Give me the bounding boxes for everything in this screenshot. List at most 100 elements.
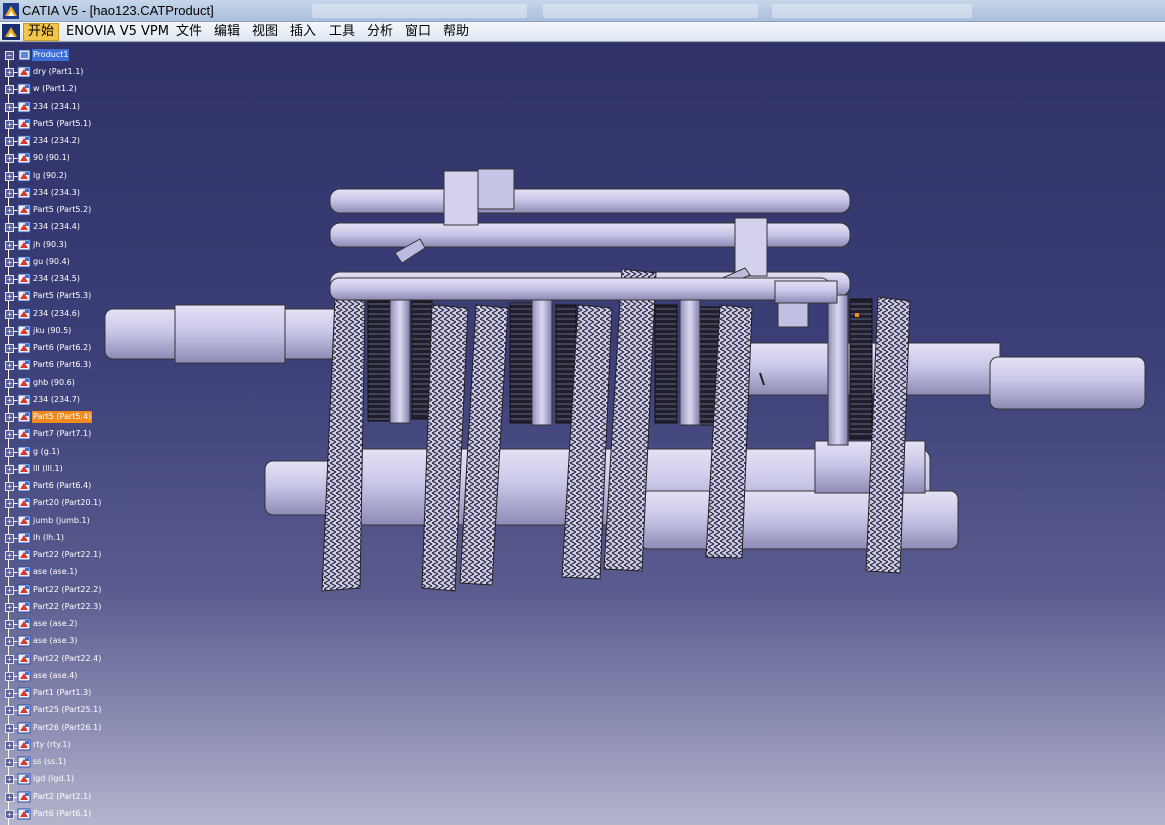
tree-node[interactable]: + jumb (jumb.1) <box>2 513 108 529</box>
expand-plus-icon[interactable]: + <box>5 292 14 302</box>
tree-node[interactable]: + Part25 (Part25.1) <box>2 702 108 718</box>
tree-node[interactable]: + lh (lh.1) <box>2 530 108 546</box>
menu-tools[interactable]: 工具 <box>325 23 359 41</box>
expand-plus-icon[interactable]: + <box>5 689 14 698</box>
tree-node-label[interactable]: Part5 (Part5.1) <box>32 118 92 130</box>
tree-node-label[interactable]: 234 (234.1) <box>32 101 81 113</box>
tree-node[interactable]: + Part5 (Part5.2) <box>2 202 108 218</box>
expand-plus-icon[interactable]: + <box>5 119 14 129</box>
expand-plus-icon[interactable]: + <box>5 464 14 474</box>
expand-plus-icon[interactable]: + <box>5 775 14 785</box>
expand-plus-icon[interactable]: + <box>5 413 14 422</box>
expand-plus-icon[interactable]: + <box>5 361 14 371</box>
tree-node-label[interactable]: 234 (234.3) <box>32 187 81 199</box>
tree-node-label[interactable]: ase (ase.3) <box>32 635 78 647</box>
menu-analysis[interactable]: 分析 <box>363 23 397 41</box>
tree-node-label[interactable]: Part6 (Part6.3) <box>32 359 92 371</box>
tree-node-label[interactable]: Part6 (Part6.4) <box>32 480 92 492</box>
expand-plus-icon[interactable]: + <box>5 223 14 233</box>
tree-node[interactable]: + rty (rty.1) <box>2 737 108 753</box>
tree-node-label[interactable]: dry (Part1.1) <box>32 66 84 78</box>
tree-node[interactable]: + Part6 (Part6.1) <box>2 806 108 822</box>
tree-node-label[interactable]: Part5 (Part5.4) <box>32 411 93 423</box>
tree-node[interactable]: + jku (90.5) <box>2 323 108 339</box>
menu-enovia[interactable]: ENOVIA V5 VPM <box>62 23 173 41</box>
tree-node[interactable]: + Part1 (Part1.3) <box>2 685 108 701</box>
tree-node-label[interactable]: Part22 (Part22.1) <box>32 549 102 561</box>
expand-plus-icon[interactable]: + <box>5 602 14 612</box>
tree-node-label[interactable]: 234 (234.7) <box>32 394 81 406</box>
tree-node-label[interactable]: w (Part1.2) <box>32 83 78 95</box>
tree-node-label[interactable]: 90 (90.1) <box>32 152 71 164</box>
tree-node-label[interactable]: rty (rty.1) <box>32 739 72 751</box>
tree-node-label[interactable]: jh (90.3) <box>32 239 68 251</box>
tree-node-label[interactable]: Part25 (Part25.1) <box>32 704 102 716</box>
expand-plus-icon[interactable]: + <box>5 568 14 578</box>
tree-node[interactable]: + Part5 (Part5.3) <box>2 288 108 304</box>
menu-start[interactable]: 开始 <box>23 23 60 41</box>
tree-node[interactable]: + ase (ase.4) <box>2 668 108 684</box>
tree-node-label[interactable]: ase (ase.4) <box>32 670 78 682</box>
menu-help[interactable]: 帮助 <box>439 23 473 41</box>
expand-plus-icon[interactable]: + <box>5 430 14 440</box>
tree-node[interactable]: + lgd (lgd.1) <box>2 771 108 787</box>
expand-plus-icon[interactable]: + <box>5 395 14 405</box>
expand-plus-icon[interactable]: + <box>5 137 14 146</box>
tree-node-label[interactable]: 234 (234.5) <box>32 273 81 285</box>
tree-node[interactable]: +234 (234.3) <box>2 185 108 201</box>
expand-plus-icon[interactable]: + <box>5 533 14 543</box>
expand-plus-icon[interactable]: + <box>5 637 14 647</box>
expand-plus-icon[interactable]: + <box>5 275 14 284</box>
expand-plus-icon[interactable]: + <box>5 758 14 767</box>
expand-plus-icon[interactable]: + <box>5 482 14 491</box>
expand-plus-icon[interactable]: + <box>5 171 14 181</box>
expand-plus-icon[interactable]: + <box>5 654 14 664</box>
collapse-minus-icon[interactable]: − <box>5 51 14 60</box>
tree-node[interactable]: +90 (90.1) <box>2 150 108 166</box>
tree-node[interactable]: + lll (lll.1) <box>2 461 108 477</box>
tree-node-label[interactable]: Part7 (Part7.1) <box>32 428 92 440</box>
tree-node-label[interactable]: lh (lh.1) <box>32 532 65 544</box>
tree-node[interactable]: + ase (ase.2) <box>2 616 108 632</box>
tree-node[interactable]: + Part2 (Part2.1) <box>2 789 108 805</box>
tree-root[interactable]: − Product1 <box>2 47 108 63</box>
expand-plus-icon[interactable]: + <box>5 792 14 802</box>
expand-plus-icon[interactable]: + <box>5 344 14 353</box>
expand-plus-icon[interactable]: + <box>5 585 14 595</box>
expand-plus-icon[interactable]: + <box>5 206 14 215</box>
tree-node-label[interactable]: lll (lll.1) <box>32 463 64 475</box>
tree-node-label[interactable]: jku (90.5) <box>32 325 72 337</box>
tree-node-label[interactable]: Part6 (Part6.1) <box>32 808 92 820</box>
expand-plus-icon[interactable]: + <box>5 378 14 388</box>
tree-node-label[interactable]: 234 (234.6) <box>32 308 81 320</box>
expand-plus-icon[interactable]: + <box>5 68 14 77</box>
expand-plus-icon[interactable]: + <box>5 326 14 336</box>
tree-node-label[interactable]: ss (ss.1) <box>32 756 67 768</box>
tree-node[interactable]: +234 (234.5) <box>2 271 108 287</box>
tree-node[interactable]: + Part6 (Part6.4) <box>2 478 108 494</box>
catia-menu-icon[interactable] <box>2 24 20 40</box>
tree-root-label[interactable]: Product1 <box>32 49 70 61</box>
expand-plus-icon[interactable]: + <box>5 188 14 198</box>
tree-node[interactable]: +234 (234.6) <box>2 306 108 322</box>
tree-node[interactable]: + Part20 (Part20.1) <box>2 495 108 511</box>
expand-plus-icon[interactable]: + <box>5 447 14 457</box>
tree-node[interactable]: + gu (90.4) <box>2 254 108 270</box>
tree-node-label[interactable]: Part6 (Part6.2) <box>32 342 92 354</box>
tree-node-label[interactable]: lg (90.2) <box>32 170 68 182</box>
expand-plus-icon[interactable]: + <box>5 257 14 267</box>
expand-plus-icon[interactable]: + <box>5 706 14 716</box>
tree-node[interactable]: + jh (90.3) <box>2 237 108 253</box>
tree-node[interactable]: + w (Part1.2) <box>2 81 108 97</box>
expand-plus-icon[interactable]: + <box>5 102 14 112</box>
tree-node-label[interactable]: 234 (234.2) <box>32 135 81 147</box>
tree-node[interactable]: + Part22 (Part22.2) <box>2 582 108 598</box>
tree-node-label[interactable]: Part26 (Part26.1) <box>32 722 102 734</box>
tree-node[interactable]: + Part6 (Part6.3) <box>2 357 108 373</box>
menu-view[interactable]: 视图 <box>248 23 282 41</box>
tree-node[interactable]: + ase (ase.1) <box>2 564 108 580</box>
tree-node[interactable]: + ss (ss.1) <box>2 754 108 770</box>
expand-plus-icon[interactable]: + <box>5 671 14 681</box>
expand-plus-icon[interactable]: + <box>5 240 14 250</box>
tree-node[interactable]: + ase (ase.3) <box>2 633 108 649</box>
